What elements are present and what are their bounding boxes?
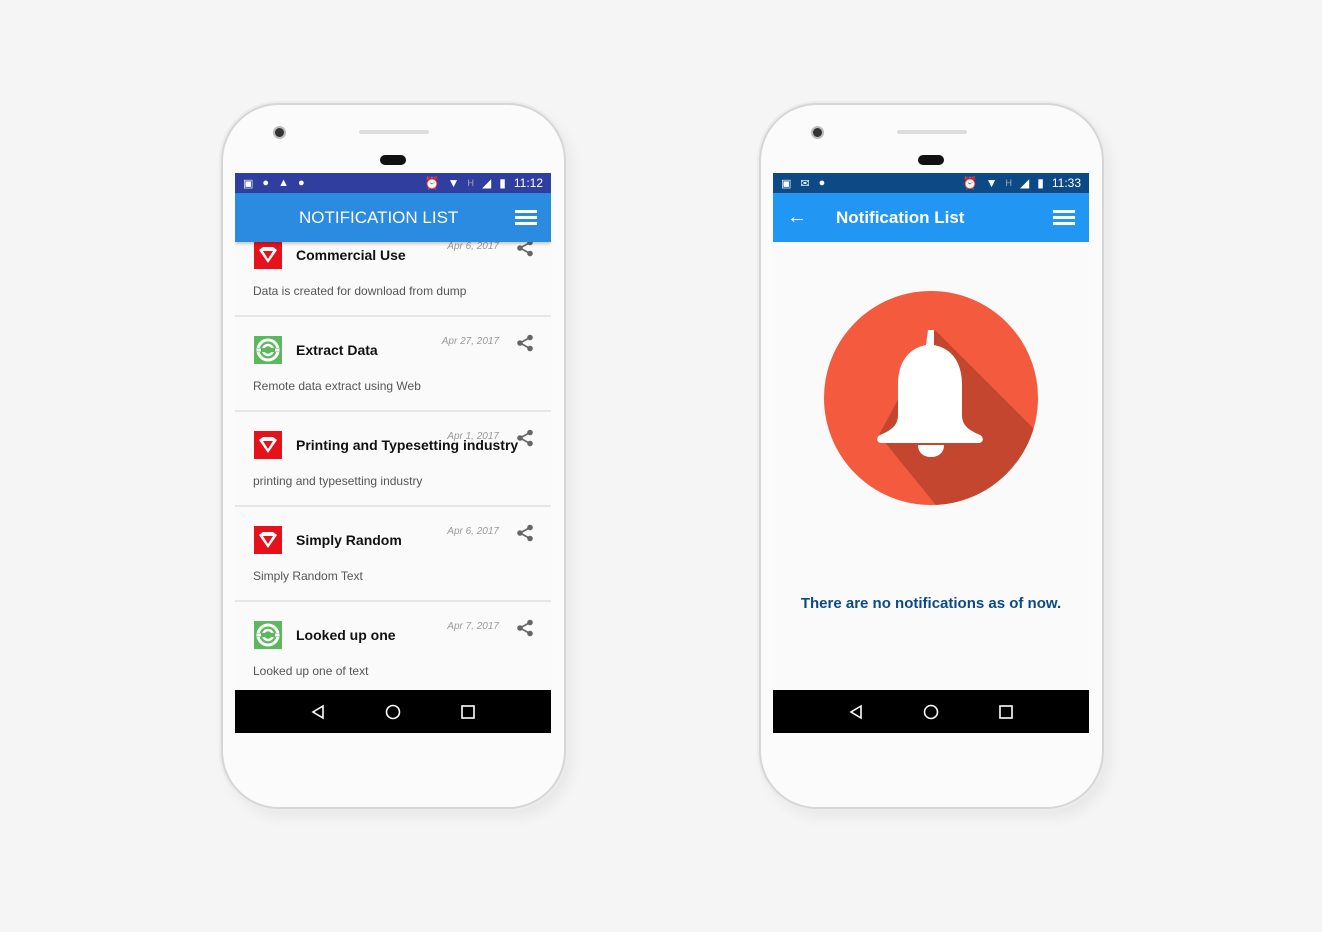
notification-list[interactable]: Apr 6, 2017 Commercial Use Data is creat… (235, 232, 551, 690)
superman-icon (254, 526, 282, 554)
notification-title: Printing and Typesetting industry (296, 437, 519, 453)
back-arrow-icon[interactable]: ← (787, 206, 807, 229)
notification-item[interactable]: Apr 6, 2017 Commercial Use Data is creat… (235, 232, 551, 317)
notification-date: Apr 7, 2017 (447, 621, 499, 632)
android-icon: ● (297, 177, 305, 189)
notification-date: Apr 27, 2017 (441, 336, 499, 347)
battery-icon: ▮ (499, 176, 506, 190)
back-nav-icon[interactable] (310, 704, 326, 720)
notification-description: Remote data extract using Web (253, 379, 421, 393)
menu-icon[interactable] (515, 210, 537, 225)
speaker (359, 130, 429, 134)
image-icon: ▣ (243, 177, 254, 190)
android-icon: ● (262, 177, 270, 189)
clock: 11:12 (513, 176, 543, 190)
menu-icon[interactable] (1053, 210, 1075, 225)
notification-description: Data is created for download from dump (253, 284, 467, 298)
alarm-icon: ⏰ (424, 176, 440, 190)
notification-description: Looked up one of text (253, 664, 369, 678)
notification-date: Apr 6, 2017 (447, 241, 499, 252)
notification-title: Simply Random (296, 532, 402, 548)
notification-title: Looked up one (296, 627, 396, 643)
notification-date: Apr 6, 2017 (447, 526, 499, 537)
phone-right: ▣ ✉ ● ⏰ ▼ H ◢ ▮ 11:33 ← Notification Lis… (759, 103, 1104, 809)
notification-title: Extract Data (296, 342, 378, 358)
camera (273, 126, 286, 139)
notification-item[interactable]: Apr 1, 2017 Printing and Typesetting ind… (235, 412, 551, 507)
home-nav-icon[interactable] (385, 704, 401, 720)
recents-nav-icon[interactable] (460, 704, 476, 720)
share-icon[interactable] (516, 334, 534, 352)
alarm-icon: ⏰ (962, 176, 978, 190)
notification-description: Simply Random Text (253, 569, 363, 583)
notification-title: Commercial Use (296, 247, 406, 263)
wifi-icon: ▼ (985, 176, 998, 190)
speaker (897, 130, 967, 134)
notification-description: printing and typesetting industry (253, 474, 423, 488)
page-title: Notification List (836, 207, 965, 227)
notification-item[interactable]: Apr 27, 2017 Extract Data Remote data ex… (235, 317, 551, 412)
sensor (380, 155, 406, 165)
recents-nav-icon[interactable] (998, 704, 1014, 720)
signal-icon: ◢ (1020, 176, 1030, 190)
wifi-icon: ▼ (447, 176, 460, 190)
share-icon[interactable] (516, 524, 534, 542)
notification-item[interactable]: Apr 7, 2017 Looked up one Looked up one … (235, 602, 551, 690)
green-lantern-icon (254, 336, 282, 364)
empty-message: There are no notifications as of now. (800, 595, 1062, 612)
image-icon: ▣ (781, 177, 792, 190)
green-lantern-icon (254, 621, 282, 649)
superman-icon (254, 241, 282, 269)
nav-bar (773, 690, 1089, 733)
home-nav-icon[interactable] (923, 704, 939, 720)
app-bar: NOTIFICATION LIST (235, 193, 551, 242)
share-icon[interactable] (516, 619, 534, 637)
phone-left: ▣ ● ▲ ● ⏰ ▼ H ◢ ▮ 11:12 NOTIFICATION LIS… (221, 103, 566, 809)
network-type: H (1005, 178, 1013, 188)
status-bar: ▣ ● ▲ ● ⏰ ▼ H ◢ ▮ 11:12 (235, 173, 551, 193)
clock: 11:33 (1051, 176, 1081, 190)
signal-icon: ◢ (482, 176, 492, 190)
nav-bar (235, 690, 551, 733)
page-title: NOTIFICATION LIST (299, 207, 459, 227)
android-icon: ● (818, 177, 826, 189)
share-icon[interactable] (516, 429, 534, 447)
sensor (918, 155, 944, 165)
notification-item[interactable]: Apr 6, 2017 Simply Random Simply Random … (235, 507, 551, 602)
bell-illustration (824, 291, 1038, 505)
screen-notification-list: ▣ ● ▲ ● ⏰ ▼ H ◢ ▮ 11:12 NOTIFICATION LIS… (235, 173, 551, 733)
battery-icon: ▮ (1037, 176, 1044, 190)
back-nav-icon[interactable] (848, 704, 864, 720)
screen-empty-notifications: ▣ ✉ ● ⏰ ▼ H ◢ ▮ 11:33 ← Notification Lis… (773, 173, 1089, 733)
app-bar: ← Notification List (773, 193, 1089, 242)
superman-icon (254, 431, 282, 459)
network-type: H (467, 178, 475, 188)
gmail-icon: ✉ (800, 177, 810, 190)
warning-icon: ▲ (278, 177, 289, 189)
status-bar: ▣ ✉ ● ⏰ ▼ H ◢ ▮ 11:33 (773, 173, 1089, 193)
camera (811, 126, 824, 139)
